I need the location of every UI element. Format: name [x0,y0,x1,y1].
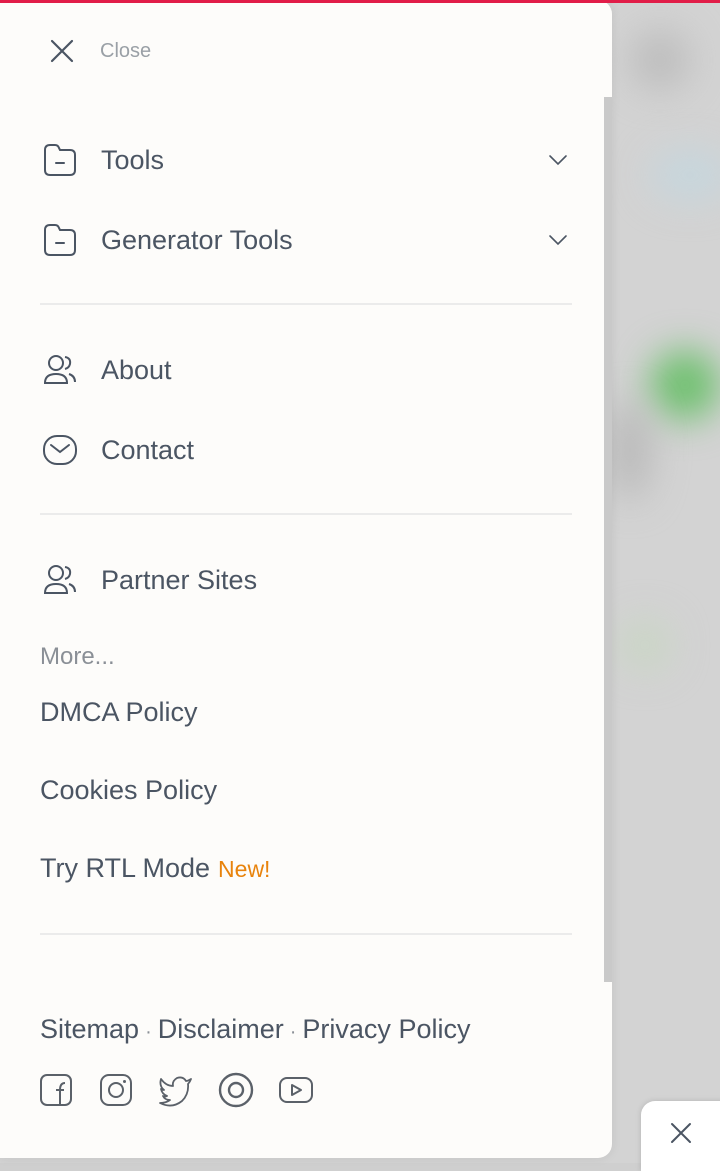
link-dmca-policy[interactable]: DMCA Policy [40,697,198,728]
link-cookies-policy[interactable]: Cookies Policy [40,775,217,806]
dismiss-overlay-button[interactable] [641,1101,720,1171]
menu-item-tools[interactable]: Tools [40,130,572,190]
menu-divider [40,513,572,515]
folder-icon [40,220,80,260]
side-menu-panel: Close Tools Generator Tools About Contac… [0,0,612,1158]
menu-item-label: About [101,354,172,385]
close-menu-button[interactable]: Close [48,36,151,66]
rtl-mode-label: Try RTL Mode [40,853,211,883]
backdrop-blob [630,30,690,90]
chevron-down-icon[interactable] [548,230,568,250]
backdrop-blob [610,400,650,500]
users-icon [40,350,80,390]
footer-links: Sitemap · Disclaimer · Privacy Policy [40,1014,470,1045]
close-label: Close [100,39,152,62]
menu-item-generator-tools[interactable]: Generator Tools [40,210,572,270]
instagram-icon[interactable] [98,1072,134,1108]
more-heading: More... [40,643,115,670]
close-icon [671,1123,691,1143]
backdrop-blob [650,350,720,420]
menu-scrollbar[interactable] [604,97,612,982]
menu-item-label: Generator Tools [101,224,293,255]
link-try-rtl-mode[interactable]: Try RTL Mode New! [40,853,270,884]
footer-link-sitemap[interactable]: Sitemap [40,1014,139,1044]
menu-item-about[interactable]: About [40,340,572,400]
facebook-icon[interactable] [38,1072,74,1108]
top-accent-bar [0,0,720,3]
chevron-down-icon[interactable] [548,150,568,170]
new-badge: New! [218,856,271,882]
users-icon [40,560,80,600]
youtube-icon[interactable] [278,1072,314,1108]
social-icons [38,1072,314,1108]
footer-link-disclaimer[interactable]: Disclaimer [158,1014,284,1044]
circle-icon[interactable] [218,1072,254,1108]
footer-link-privacy-policy[interactable]: Privacy Policy [302,1014,470,1044]
folder-icon [40,140,80,180]
menu-item-label: Partner Sites [101,564,258,595]
footer-separator: · [289,1021,297,1043]
close-icon [50,39,74,63]
menu-divider [40,933,572,935]
menu-divider [40,303,572,305]
menu-item-label: Tools [101,144,165,175]
footer-separator: · [145,1021,152,1043]
twitter-icon[interactable] [158,1072,194,1108]
menu-item-partner-sites[interactable]: Partner Sites [40,550,572,610]
backdrop-blob [620,620,670,670]
backdrop-blob [650,150,720,200]
mail-icon [40,430,80,470]
menu-item-contact[interactable]: Contact [40,420,572,480]
menu-item-label: Contact [101,434,195,465]
